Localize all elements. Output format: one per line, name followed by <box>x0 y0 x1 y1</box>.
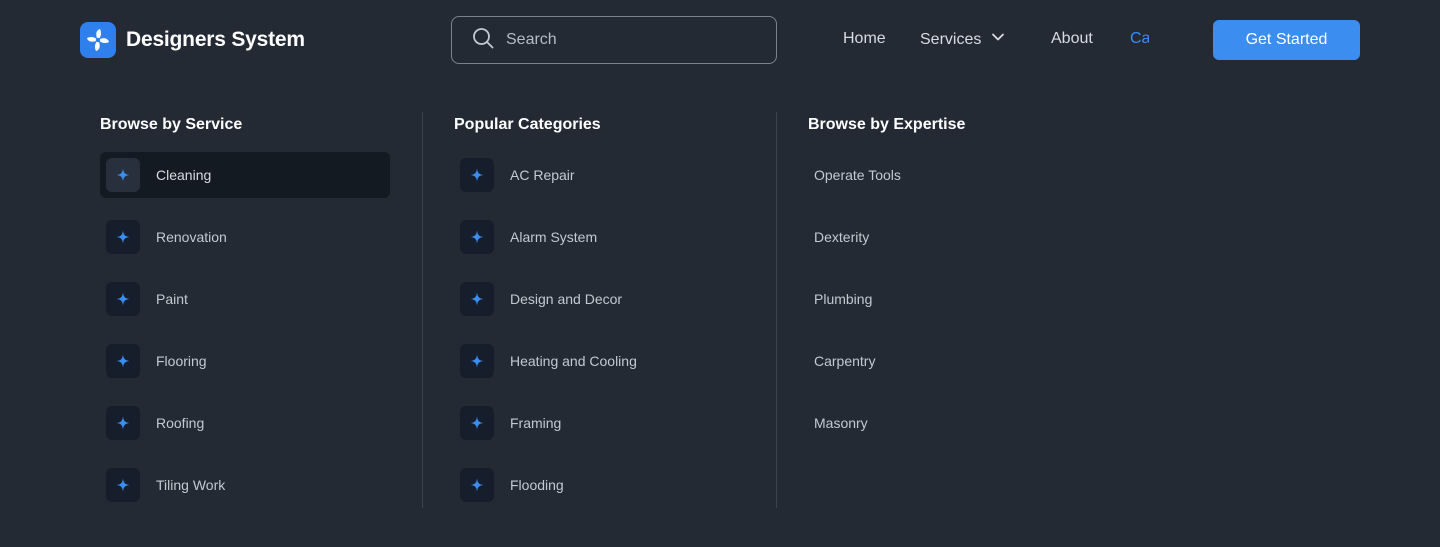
service-menu-item[interactable]: Renovation <box>100 214 390 260</box>
service-menu-item[interactable]: Cleaning <box>100 152 390 198</box>
menu-item-label: Flooding <box>510 477 564 493</box>
chevron-down-icon <box>991 30 1005 49</box>
sparkle-icon <box>106 468 140 502</box>
sparkle-icon <box>106 406 140 440</box>
sparkle-icon <box>106 158 140 192</box>
sparkle-icon <box>106 282 140 316</box>
expertise-menu-item[interactable]: Operate Tools <box>814 167 901 183</box>
expertise-menu-item[interactable]: Masonry <box>814 415 868 431</box>
menu-item-label: Cleaning <box>156 167 212 183</box>
menu-item-label: Renovation <box>156 229 227 245</box>
menu-item-label: AC Repair <box>510 167 575 183</box>
brand[interactable]: Designers System <box>80 22 305 58</box>
categories-menu-item[interactable]: Framing <box>454 400 744 446</box>
get-started-button[interactable]: Get Started <box>1213 20 1360 60</box>
sparkle-icon <box>460 468 494 502</box>
search-icon <box>472 27 494 54</box>
browse-by-service-heading: Browse by Service <box>100 116 243 133</box>
menu-item-label: Heating and Cooling <box>510 353 637 369</box>
expertise-menu-item[interactable]: Carpentry <box>814 353 875 369</box>
sparkle-icon <box>460 282 494 316</box>
column-divider <box>776 112 777 508</box>
service-menu-item[interactable]: Tiling Work <box>100 462 390 508</box>
menu-item-label: Tiling Work <box>156 477 226 493</box>
service-menu-item[interactable]: Roofing <box>100 400 390 446</box>
nav-services[interactable]: Services <box>920 30 1005 49</box>
nav-home[interactable]: Home <box>843 30 886 48</box>
sparkle-icon <box>460 344 494 378</box>
sparkle-icon <box>460 220 494 254</box>
brand-logo-icon <box>80 22 116 58</box>
sparkle-icon <box>106 344 140 378</box>
categories-menu-item[interactable]: Alarm System <box>454 214 744 260</box>
page: Designers System Home Services About Ca … <box>0 0 1440 547</box>
sparkle-icon <box>460 158 494 192</box>
menu-item-label: Alarm System <box>510 229 598 245</box>
expertise-menu-item[interactable]: Plumbing <box>814 291 872 307</box>
nav-about[interactable]: About <box>1051 30 1093 48</box>
categories-menu-item[interactable]: Heating and Cooling <box>454 338 744 384</box>
search-input[interactable] <box>506 31 746 49</box>
menu-item-label: Flooring <box>156 353 207 369</box>
nav-services-label: Services <box>920 30 982 48</box>
sparkle-icon <box>460 406 494 440</box>
categories-menu-item[interactable]: AC Repair <box>454 152 744 198</box>
sparkle-icon <box>106 220 140 254</box>
service-menu-item[interactable]: Paint <box>100 276 390 322</box>
categories-menu-item[interactable]: Design and Decor <box>454 276 744 322</box>
expertise-menu-item[interactable]: Dexterity <box>814 229 869 245</box>
menu-item-label: Design and Decor <box>510 291 623 307</box>
column-divider <box>422 112 423 508</box>
menu-item-label: Roofing <box>156 415 205 431</box>
menu-item-label: Framing <box>510 415 562 431</box>
top-navigation-bar: Designers System Home Services About Ca … <box>0 0 1440 80</box>
menu-item-label: Paint <box>156 291 188 307</box>
browse-by-expertise-heading: Browse by Expertise <box>808 116 966 133</box>
nav-truncated-item[interactable]: Ca <box>1130 30 1149 48</box>
search-box[interactable] <box>451 16 777 64</box>
categories-menu-item[interactable]: Flooding <box>454 462 744 508</box>
brand-name: Designers System <box>126 28 305 51</box>
service-menu-item[interactable]: Flooring <box>100 338 390 384</box>
popular-categories-heading: Popular Categories <box>454 116 601 133</box>
